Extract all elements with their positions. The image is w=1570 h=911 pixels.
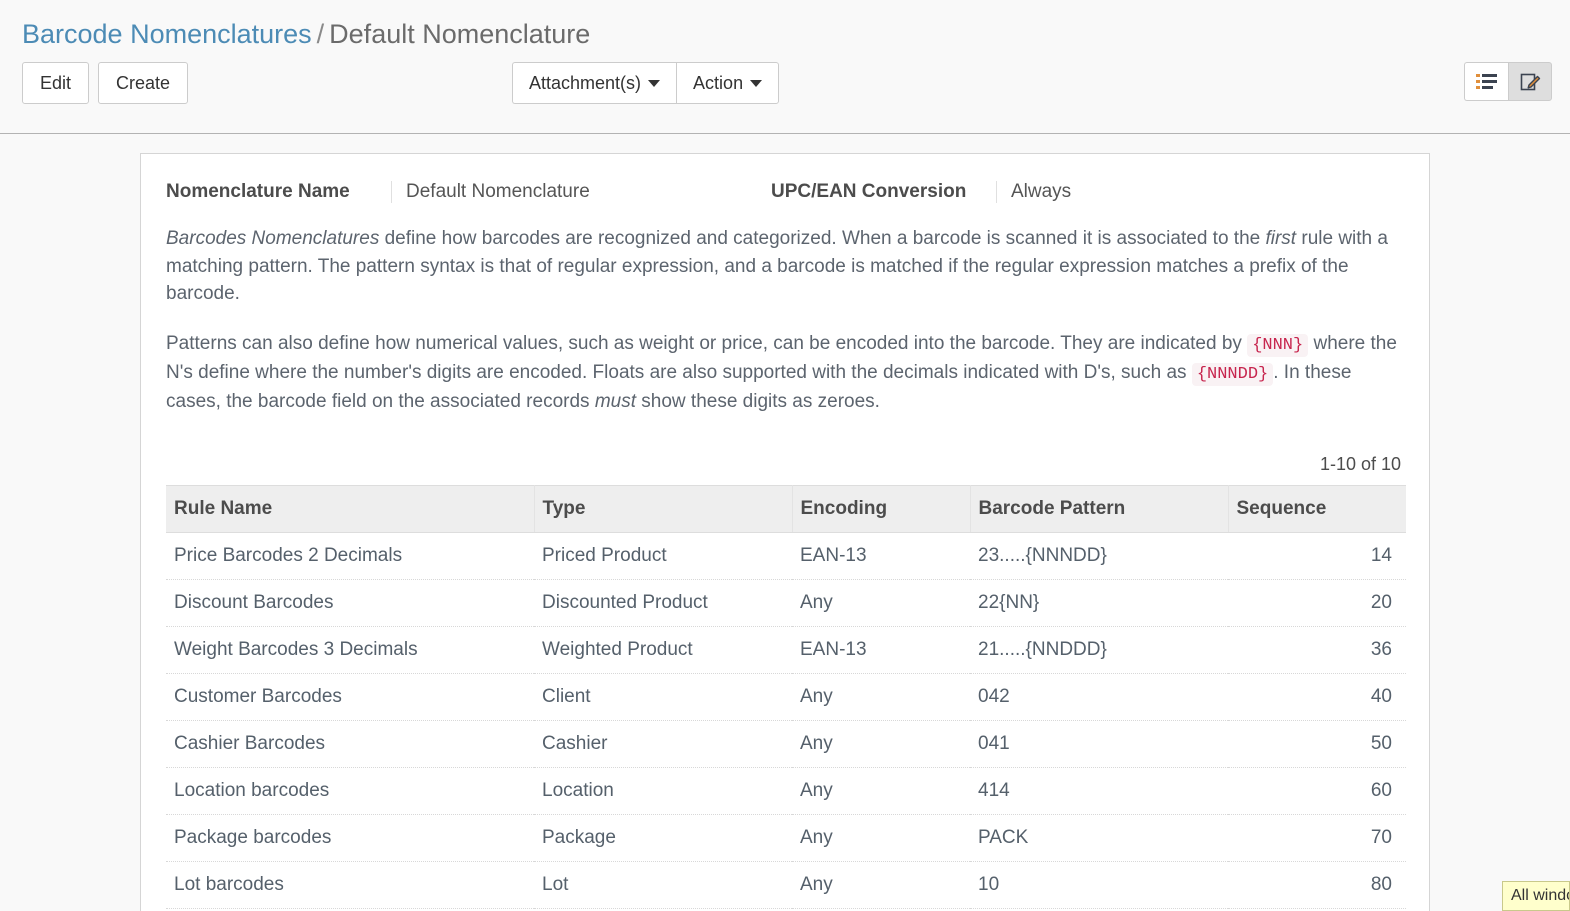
view-switcher	[1464, 62, 1552, 101]
desc-emphasis-must: must	[594, 390, 636, 412]
cell-encoding: Any	[792, 720, 970, 768]
attachments-dropdown-button[interactable]: Attachment(s)	[512, 62, 677, 104]
table-row[interactable]: Weight Barcodes 3 Decimals Weighted Produ…	[166, 626, 1406, 674]
form-view-icon	[1520, 73, 1540, 91]
description-paragraph-1: Barcodes Nomenclatures define how barcod…	[166, 225, 1404, 308]
cell-rule-name: Cashier Barcodes	[166, 720, 534, 768]
column-header-barcode-pattern[interactable]: Barcode Pattern	[970, 484, 1229, 533]
list-view-button[interactable]	[1464, 62, 1508, 101]
cell-rule-name: Price Barcodes 2 Decimals	[166, 532, 534, 580]
cell-barcode-pattern: 042	[970, 673, 1228, 721]
table-row[interactable]: Price Barcodes 2 Decimals Priced Product E…	[166, 532, 1406, 580]
nomenclature-name-label: Nomenclature Name	[166, 181, 350, 202]
pager-count: 1-10 of 10	[1319, 453, 1401, 474]
all-windows-tooltip-label: All windows	[1511, 887, 1569, 904]
table-row[interactable]: Lot barcodes Lot Any 10 80	[166, 861, 1406, 909]
create-button[interactable]: Create	[98, 62, 189, 104]
cell-encoding: Any	[792, 673, 970, 721]
record-pager: 1-10 of 10	[166, 438, 1404, 485]
breadcrumb-current: Default Nomenclature	[329, 19, 591, 49]
column-header-type[interactable]: Type	[534, 484, 793, 533]
desc-text-1a: define how barcodes are recognized and c…	[379, 228, 1266, 249]
table-row[interactable]: Customer Barcodes Client Any 042 40	[166, 673, 1406, 721]
cell-barcode-pattern: 10	[970, 861, 1228, 909]
upc-ean-conversion-value[interactable]: Always	[996, 181, 1196, 203]
column-header-sequence[interactable]: Sequence	[1228, 484, 1406, 533]
cell-sequence: 14	[1228, 532, 1406, 580]
cell-barcode-pattern: 21.....{NNDDD}	[970, 626, 1228, 674]
control-panel: Barcode Nomenclatures / Default Nomenclatu…	[0, 0, 1570, 134]
content-area: Nomenclature Name Default Nomenclature U…	[0, 134, 1570, 911]
edit-button[interactable]: Edit	[22, 62, 90, 104]
cell-rule-name: Customer Barcodes	[166, 673, 534, 721]
cell-type: Client	[534, 673, 792, 721]
table-row[interactable]: Package barcodes Package Any PACK 70	[166, 814, 1406, 862]
cell-barcode-pattern: PACK	[970, 814, 1228, 862]
cell-barcode-pattern: 23.....{NNNDD}	[970, 532, 1228, 580]
cell-sequence: 40	[1228, 673, 1406, 721]
cell-sequence: 70	[1228, 814, 1406, 862]
cell-barcode-pattern: 041	[970, 720, 1228, 768]
toolbar: Edit Create Attachment(s) Action	[0, 54, 1570, 114]
cell-rule-name: Lot barcodes	[166, 861, 534, 909]
rules-table: Rule Name Type Encoding Barcode Pattern …	[166, 484, 1406, 911]
cell-encoding: EAN-13	[792, 532, 970, 580]
table-row[interactable]: Cashier Barcodes Cashier Any 041 50	[166, 720, 1406, 768]
cell-rule-name: Package barcodes	[166, 814, 534, 862]
desc-text-2a: Patterns can also define how numerical v…	[166, 333, 1248, 355]
attachments-label: Attachment(s)	[529, 73, 642, 93]
desc-emphasis-barcodes-nomenclatures: Barcodes Nomenclatures	[166, 228, 380, 249]
cell-encoding: Any	[792, 814, 970, 862]
cell-sequence: 50	[1228, 720, 1406, 768]
cell-sequence: 20	[1228, 579, 1406, 627]
form-sheet: Nomenclature Name Default Nomenclature U…	[140, 153, 1430, 911]
cell-encoding: Any	[792, 767, 970, 815]
code-pattern-nnndd: {NNNDD}	[1191, 363, 1274, 387]
table-row[interactable]: Location barcodes Location Any 414 60	[166, 767, 1406, 815]
form-header-fields: Nomenclature Name Default Nomenclature U…	[166, 181, 1404, 203]
cell-rule-name: Location barcodes	[166, 767, 534, 815]
chevron-down-icon	[750, 79, 763, 87]
cell-sequence: 60	[1228, 767, 1406, 815]
cell-sequence: 36	[1228, 626, 1406, 674]
cell-type: Lot	[534, 861, 792, 909]
action-label: Action	[693, 73, 744, 93]
cell-rule-name: Discount Barcodes	[166, 579, 534, 627]
cell-rule-name: Weight Barcodes 3 Decimals	[166, 626, 534, 674]
rules-table-head: Rule Name Type Encoding Barcode Pattern …	[166, 484, 1406, 533]
code-pattern-nnn: {NNN}	[1247, 334, 1309, 358]
cell-type: Discounted Product	[534, 579, 792, 627]
dropdown-button-group: Attachment(s) Action	[512, 62, 780, 104]
column-header-rule-name[interactable]: Rule Name	[166, 484, 535, 533]
desc-emphasis-first: first	[1265, 228, 1297, 249]
action-dropdown-button[interactable]: Action	[676, 62, 780, 104]
breadcrumb: Barcode Nomenclatures / Default Nomenclatu…	[0, 0, 1570, 54]
description-paragraph-2: Patterns can also define how numerical v…	[166, 330, 1404, 415]
table-header-row: Rule Name Type Encoding Barcode Pattern …	[166, 484, 1406, 533]
cell-type: Cashier	[534, 720, 792, 768]
all-windows-tooltip: All windows	[1502, 881, 1570, 911]
cell-encoding: Any	[792, 579, 970, 627]
upc-ean-conversion-label: UPC/EAN Conversion	[771, 181, 967, 202]
nomenclature-name-value[interactable]: Default Nomenclature	[391, 181, 771, 203]
cell-encoding: Any	[792, 861, 970, 909]
chevron-down-icon	[648, 79, 661, 87]
column-header-encoding[interactable]: Encoding	[792, 484, 971, 533]
cell-type: Location	[534, 767, 792, 815]
cell-encoding: EAN-13	[792, 626, 970, 674]
list-view-icon	[1476, 74, 1497, 89]
cell-type: Weighted Product	[534, 626, 792, 674]
cell-type: Priced Product	[534, 532, 792, 580]
desc-text-2d: show these digits as zeroes.	[636, 390, 880, 412]
breadcrumb-link-root[interactable]: Barcode Nomenclatures	[22, 19, 312, 49]
form-view-button[interactable]	[1508, 62, 1552, 101]
breadcrumb-separator: /	[316, 19, 325, 49]
cell-barcode-pattern: 22{NN}	[970, 579, 1228, 627]
rules-table-body: Price Barcodes 2 Decimals Priced Product E…	[166, 532, 1406, 911]
cell-type: Package	[534, 814, 792, 862]
cell-barcode-pattern: 414	[970, 767, 1228, 815]
cell-sequence: 80	[1228, 861, 1406, 909]
table-row[interactable]: Discount Barcodes Discounted Product Any 22…	[166, 579, 1406, 627]
